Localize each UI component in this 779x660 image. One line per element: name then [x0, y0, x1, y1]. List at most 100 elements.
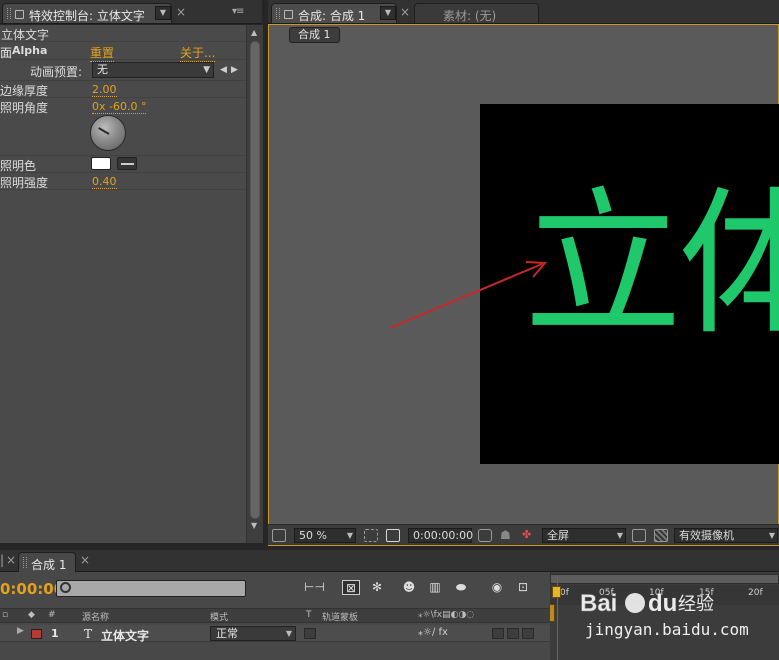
composition-breadcrumb[interactable]: 合成 1: [289, 27, 340, 43]
composition-toolbar: 50 % ▼ 0:00:00:00 ☗ ✤ 全屏 ▼ 有效摄像机 ▼: [268, 524, 779, 545]
lock-icon[interactable]: [15, 10, 24, 19]
scrollbar-thumb[interactable]: [250, 41, 260, 519]
chevron-down-icon: ▼: [203, 65, 210, 75]
layer-name[interactable]: 立体文字: [101, 627, 149, 644]
footage-tab[interactable]: 素材: (无): [414, 3, 539, 23]
layer-label-color[interactable]: [31, 629, 42, 639]
property-value-light-intensity[interactable]: 0.40: [92, 175, 117, 189]
current-time: 0:00:00:00: [413, 529, 474, 542]
switch-box[interactable]: [522, 628, 534, 639]
preserve-transparency-toggle[interactable]: [304, 628, 316, 639]
footage-tab-title: 素材: (无): [443, 9, 497, 23]
property-label-light-intensity: 照明强度: [0, 176, 49, 190]
column-source-name[interactable]: 源名称: [82, 610, 109, 623]
grip-icon: [276, 8, 280, 19]
chevron-down-icon: ▼: [285, 629, 292, 638]
chevron-down-icon: ▼: [616, 531, 623, 540]
layer-search-input[interactable]: [56, 580, 246, 597]
timeline-tab[interactable]: 合成 1: [18, 552, 76, 572]
layer-row[interactable]: ▶ 1 T 立体文字 正常 ▼ ⁎☼∕ fx: [0, 625, 550, 644]
column-t: T: [306, 610, 312, 620]
scroll-up-icon[interactable]: ▲: [251, 28, 257, 37]
layer-name: 立体文字: [1, 28, 50, 42]
canvas-text-layer[interactable]: 立体: [524, 186, 779, 344]
region-of-interest-icon[interactable]: [632, 529, 646, 542]
playhead-handle[interactable]: [552, 586, 561, 598]
frame-blending-icon[interactable]: ▥: [426, 580, 444, 595]
scroll-down-icon[interactable]: ▼: [251, 521, 257, 530]
lock-column-icon: ▫: [2, 610, 9, 620]
timeline-switches-toolbar: ⊢⊣ ⊠ ✻ ☻ ▥ ⬬ ◉ ⊡: [304, 578, 534, 598]
expand-triangle-icon[interactable]: ▶: [17, 626, 24, 636]
property-label-light-angle: 照明角度: [0, 101, 49, 115]
next-preset-icon[interactable]: ▶: [231, 65, 238, 75]
brainstorm-icon[interactable]: ◉: [488, 580, 506, 595]
ruler-tick: 0f: [560, 588, 569, 598]
effect-controls-tab[interactable]: 特效控制台: 立体文字 ▼: [2, 3, 172, 23]
angle-dial[interactable]: [90, 115, 126, 151]
layer-switches-icons[interactable]: ⁎☼∕ fx: [418, 627, 448, 638]
always-preview-icon[interactable]: [272, 529, 286, 542]
column-num: #: [48, 610, 56, 620]
property-label-light-color: 照明色: [0, 159, 37, 173]
annotation-arrow: [389, 261, 548, 329]
timeline-timecode[interactable]: 0:00:00: [0, 580, 64, 598]
blend-mode-select[interactable]: 正常 ▼: [210, 626, 296, 641]
close-icon[interactable]: ×: [400, 5, 410, 19]
chevron-down-icon[interactable]: ▼: [155, 6, 171, 20]
light-color-swatch[interactable]: [91, 157, 111, 170]
close-icon[interactable]: ×: [80, 553, 90, 567]
effect-controls-tab-title: 特效控制台: 立体文字: [29, 9, 145, 23]
switch-box[interactable]: [492, 628, 504, 639]
close-icon[interactable]: ×: [176, 5, 186, 19]
composition-tabbar: 合成: 合成 1 ▼ × 素材: (无): [268, 0, 779, 24]
work-area-bar[interactable]: [550, 574, 779, 584]
chevron-down-icon: ▼: [346, 531, 353, 540]
channel-icon[interactable]: ✤: [522, 529, 536, 542]
current-time-display[interactable]: 0:00:00:00: [408, 528, 474, 543]
effect-header-row: 面 Alpha 重置 关于...: [0, 43, 246, 62]
graph-editor-icon[interactable]: ⊡: [514, 580, 532, 595]
partial-tab[interactable]: |: [0, 553, 4, 567]
preset-label: 动画预置:: [30, 65, 83, 79]
live-update-icon[interactable]: ⊠: [342, 580, 360, 595]
comp-mini-flowchart-icon[interactable]: ⊢⊣: [304, 580, 325, 595]
chevron-down-icon[interactable]: ▼: [380, 6, 396, 20]
eyedropper-icon[interactable]: [117, 157, 137, 170]
show-snapshot-icon[interactable]: ☗: [500, 529, 514, 542]
switches-column-icons: ⁎☼\fx▤◐◑◌: [418, 610, 475, 620]
mask-visibility-icon[interactable]: [386, 529, 400, 542]
prev-preset-icon[interactable]: ◀: [220, 65, 227, 75]
preset-select[interactable]: 无 ▼: [92, 62, 214, 78]
effect-controls-panel: 立体文字 面 Alpha 重置 关于... 动画预置: 无 ▼ ◀ ▶ 边缘厚度…: [0, 25, 263, 543]
svg-text:du: du: [648, 590, 677, 617]
text-layer-icon: T: [84, 627, 93, 641]
draft-3d-icon[interactable]: ✻: [368, 580, 386, 595]
panel-menu-icon[interactable]: ▾≡: [232, 6, 244, 17]
composition-tab[interactable]: 合成: 合成 1 ▼: [271, 3, 397, 23]
close-icon[interactable]: ×: [6, 553, 16, 567]
property-row-light-intensity: 照明强度 0.40: [0, 173, 246, 190]
resolution-select[interactable]: 全屏 ▼: [542, 528, 626, 543]
watermark-url: jingyan.baidu.com: [585, 620, 749, 639]
safe-zones-icon[interactable]: [364, 529, 378, 542]
grip-icon: [7, 8, 11, 19]
property-value-edge-thickness[interactable]: 2.00: [92, 83, 117, 97]
timeline-tab-title: 合成 1: [31, 558, 67, 572]
effect-controls-scrollbar[interactable]: ▲ ▼: [246, 25, 263, 543]
hide-shy-layers-icon[interactable]: ☻: [400, 580, 418, 595]
snapshot-icon[interactable]: [478, 529, 492, 542]
effect-name[interactable]: Alpha: [12, 44, 47, 57]
switch-box[interactable]: [507, 628, 519, 639]
resolution-value: 全屏: [547, 529, 569, 542]
transparency-grid-icon[interactable]: [654, 529, 668, 542]
layer-number: 1: [51, 627, 59, 640]
motion-blur-icon[interactable]: ⬬: [452, 580, 470, 595]
baidu-watermark-logo: Bai du 经验: [580, 590, 714, 618]
work-area-start-handle[interactable]: [549, 604, 555, 622]
effect-controls-tabbar: 特效控制台: 立体文字 ▼ × ▾≡: [0, 0, 262, 24]
camera-select[interactable]: 有效摄像机 ▼: [674, 528, 778, 543]
property-value-light-angle[interactable]: 0x -60.0 °: [92, 100, 147, 114]
lock-icon[interactable]: [284, 10, 293, 19]
zoom-select[interactable]: 50 % ▼: [294, 528, 356, 543]
